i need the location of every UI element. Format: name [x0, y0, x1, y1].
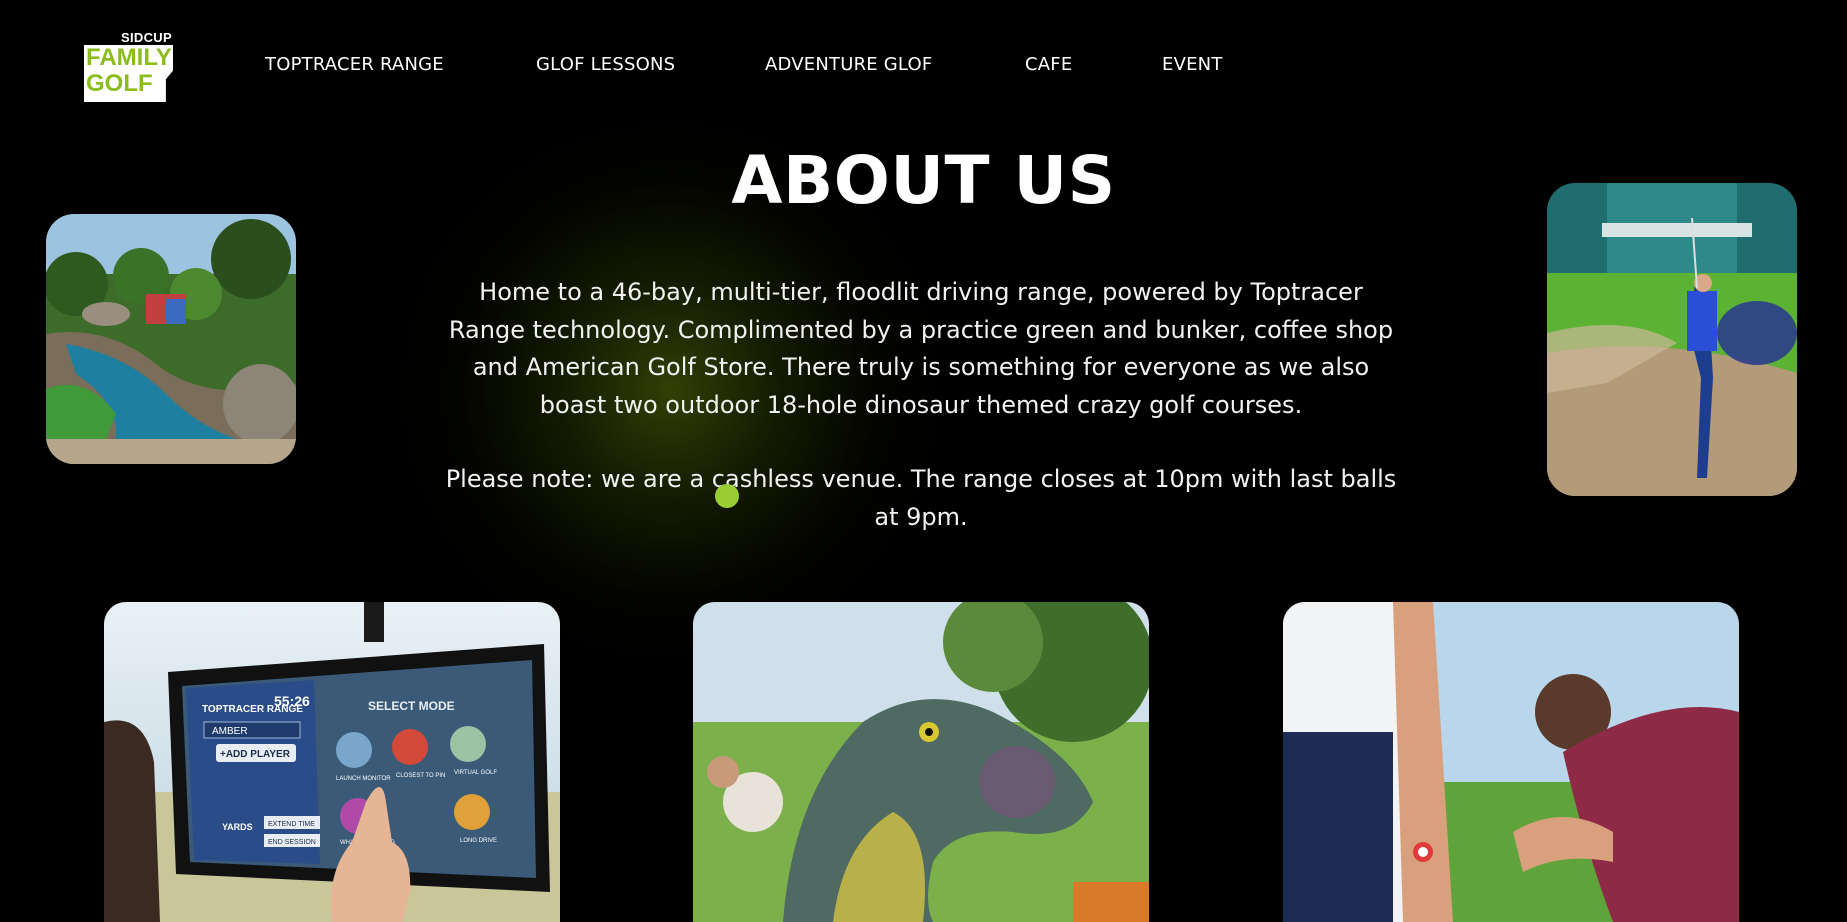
cashless-note: Please note: we are a cashless venue. Th… — [445, 465, 1397, 531]
screen-mode-launch-monitor: LAUNCH MONITOR — [336, 776, 391, 782]
golf-lesson-photo — [1283, 602, 1739, 922]
crazy-golf-photo — [46, 214, 296, 464]
cursor-dot — [715, 484, 739, 508]
about-paragraph: Home to a 46-bay, multi-tier, floodlit d… — [448, 278, 1394, 419]
screen-player: AMBER — [212, 726, 248, 737]
logo-text-golf: GOLF — [86, 70, 153, 97]
brand-logo[interactable]: SIDCUP FAMILY GOLF — [84, 30, 180, 102]
logo-location-text: SIDCUP — [121, 30, 172, 45]
nav-event[interactable]: EVENT — [1162, 54, 1223, 75]
screen-units: YARDS — [222, 822, 253, 832]
bunker-shot-photo — [1547, 183, 1797, 496]
screen-add-player: +ADD PLAYER — [220, 749, 291, 760]
screen-select-mode: SELECT MODE — [368, 699, 455, 713]
screen-mode-long-drive: LONG DRIVE — [460, 838, 497, 844]
logo-text-family: FAMILY — [86, 44, 172, 71]
screen-timer: 55:26 — [274, 693, 310, 709]
nav-toptracer-range[interactable]: TOPTRACER RANGE — [265, 54, 444, 75]
nav-golf-lessons[interactable]: GLOF LESSONS — [536, 54, 675, 75]
screen-end-session: END SESSION — [268, 839, 316, 846]
nav-cafe[interactable]: CAFE — [1025, 54, 1072, 75]
screen-mode-virtual-golf: VIRTUAL GOLF — [454, 770, 497, 776]
screen-extend-time: EXTEND TIME — [268, 821, 315, 828]
toptracer-screen-photo: TOPTRACER RANGE 55:26 AMBER +ADD PLAYER … — [104, 602, 560, 922]
dinosaur-photo — [693, 602, 1149, 922]
screen-mode-closest-to-pin: CLOSEST TO PIN — [396, 773, 445, 779]
nav-adventure-golf[interactable]: ADVENTURE GLOF — [765, 54, 932, 75]
